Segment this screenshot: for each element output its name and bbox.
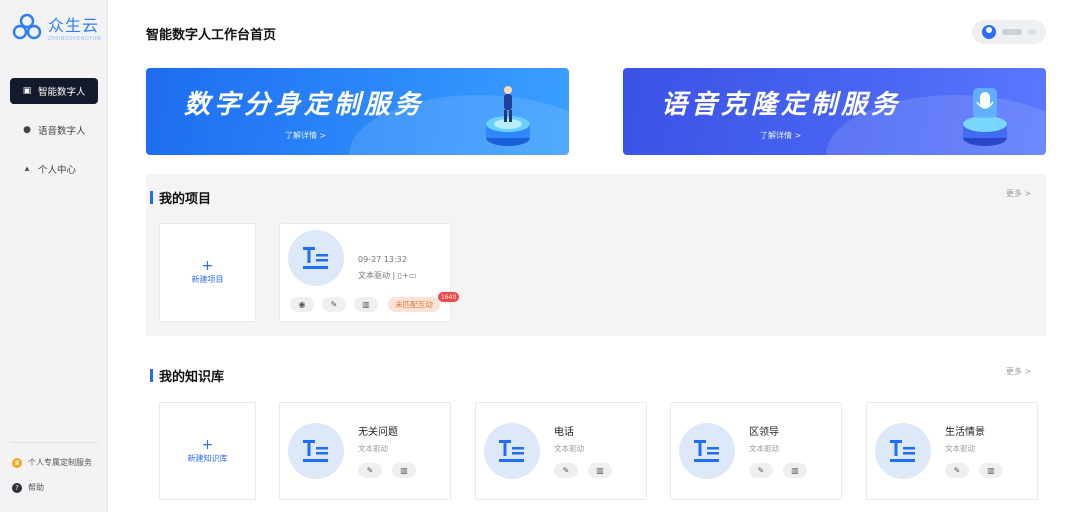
delete-button[interactable]: ▥ xyxy=(354,297,378,312)
plus-icon: + xyxy=(201,258,214,274)
projects-header: 我的项目 xyxy=(150,188,211,207)
text-drive-icon xyxy=(484,423,540,479)
user-icon: ▴ xyxy=(24,164,30,174)
new-project-button[interactable]: + 新建项目 xyxy=(159,223,256,322)
microphone-icon: ● xyxy=(23,125,31,135)
edit-button[interactable]: ✎ xyxy=(358,463,382,478)
custom-service-label: 个人专属定制服务 xyxy=(28,458,92,467)
preview-button[interactable]: ◉ xyxy=(290,297,314,312)
user-name-redacted xyxy=(1028,29,1036,35)
trash-icon: ▥ xyxy=(987,466,995,475)
robot-icon: ▣ xyxy=(22,86,32,96)
knowledge-header: 我的知识库 xyxy=(150,366,224,385)
sidebar: 众生云 ZHONGSHENGYUN ▣ 智能数字人 ● 语音数字人 ▴ 个人中心… xyxy=(0,0,108,512)
avatar-pedestal-icon xyxy=(486,86,530,146)
knowledge-card[interactable]: 区领导 文本驱动 ✎ ▥ xyxy=(670,402,842,500)
banner-details-link[interactable]: 了解详情 > xyxy=(285,130,326,141)
knowledge-card[interactable]: 无关问题 文本驱动 ✎ ▥ xyxy=(279,402,451,500)
trash-icon: ▥ xyxy=(791,466,799,475)
pencil-icon: ✎ xyxy=(757,466,765,475)
knowledge-drive-type: 文本驱动 xyxy=(554,444,584,453)
knowledge-drive-type: 文本驱动 xyxy=(358,444,388,453)
text-drive-icon xyxy=(679,423,735,479)
text-drive-icon xyxy=(875,423,931,479)
sidebar-footer: ♛ 个人专属定制服务 ? 帮助 xyxy=(10,442,98,507)
crown-icon: ♛ xyxy=(12,457,22,468)
edit-button[interactable]: ✎ xyxy=(554,463,578,478)
user-menu[interactable] xyxy=(972,20,1046,44)
page-title: 智能数字人工作台首页 xyxy=(146,28,277,43)
sidebar-item-label: 语音数字人 xyxy=(38,126,86,137)
delete-button[interactable]: ▥ xyxy=(392,463,416,478)
section-accent-bar xyxy=(150,369,153,382)
section-accent-bar xyxy=(150,191,153,204)
pencil-icon: ✎ xyxy=(330,300,338,309)
user-name-redacted xyxy=(1002,29,1022,35)
brand-name: 众生云 xyxy=(48,16,100,35)
knowledge-card[interactable]: 生活情景 文本驱动 ✎ ▥ xyxy=(866,402,1038,500)
unmatched-interaction-tag[interactable]: 未匹配互动 xyxy=(388,297,440,312)
project-drive-type: 文本驱动 | ▯+▭ xyxy=(358,271,417,280)
brand-subtitle: ZHONGSHENGYUN xyxy=(48,36,102,42)
edit-button[interactable]: ✎ xyxy=(322,297,346,312)
pencil-icon: ✎ xyxy=(953,466,961,475)
count-badge: 1640 xyxy=(438,292,460,302)
pencil-icon: ✎ xyxy=(366,466,374,475)
delete-button[interactable]: ▥ xyxy=(783,463,807,478)
help-link[interactable]: ? 帮助 xyxy=(10,482,98,493)
knowledge-card[interactable]: 电话 文本驱动 ✎ ▥ xyxy=(475,402,647,500)
banner-digital-avatar[interactable]: 数字分身定制服务 了解详情 > xyxy=(146,68,569,155)
new-project-label: 新建项目 xyxy=(191,275,224,284)
section-title: 我的项目 xyxy=(159,192,212,207)
project-card[interactable]: 09-27 13:32 文本驱动 | ▯+▭ ◉ ✎ ▥ 未匹配互动 1640 xyxy=(279,223,460,322)
banner-voice-clone[interactable]: 语音克隆定制服务 了解详情 > xyxy=(623,68,1046,155)
logo[interactable]: 众生云 ZHONGSHENGYUN xyxy=(12,12,101,42)
knowledge-name: 无关问题 xyxy=(358,427,398,438)
projects-more-link[interactable]: 更多 > xyxy=(1006,188,1031,199)
edit-button[interactable]: ✎ xyxy=(749,463,773,478)
edit-button[interactable]: ✎ xyxy=(945,463,969,478)
new-knowledge-base-label: 新建知识库 xyxy=(187,453,228,463)
knowledge-more-link[interactable]: 更多 > xyxy=(1006,366,1031,377)
text-drive-icon xyxy=(288,230,344,286)
trash-icon: ▥ xyxy=(362,300,370,309)
knowledge-name: 电话 xyxy=(554,427,574,438)
delete-button[interactable]: ▥ xyxy=(588,463,612,478)
sidebar-item-voice-avatar[interactable]: ● 语音数字人 xyxy=(10,117,98,143)
project-time: 09-27 13:32 xyxy=(358,255,407,264)
section-title: 我的知识库 xyxy=(159,370,225,385)
pencil-icon: ✎ xyxy=(562,466,570,475)
trash-icon: ▥ xyxy=(596,466,604,475)
sidebar-item-smart-avatar[interactable]: ▣ 智能数字人 xyxy=(10,78,98,104)
help-icon: ? xyxy=(12,482,22,493)
knowledge-section: 我的知识库 更多 > + 新建知识库 无关问题 文本驱动 ✎ ▥ 电话 文本驱动… xyxy=(146,356,1046,512)
trash-icon: ▥ xyxy=(400,466,408,475)
help-label: 帮助 xyxy=(28,483,44,492)
plus-icon: + xyxy=(201,436,214,453)
knowledge-name: 区领导 xyxy=(749,427,779,438)
sidebar-item-personal-center[interactable]: ▴ 个人中心 xyxy=(10,156,98,182)
new-knowledge-base-button[interactable]: + 新建知识库 xyxy=(159,402,256,500)
projects-section: 我的项目 更多 > + 新建项目 09-27 13:32 文本驱动 | ▯+▭ … xyxy=(146,174,1046,336)
knowledge-drive-type: 文本驱动 xyxy=(945,444,975,453)
text-drive-icon xyxy=(288,423,344,479)
delete-button[interactable]: ▥ xyxy=(979,463,1003,478)
avatar xyxy=(982,25,996,39)
custom-service-link[interactable]: ♛ 个人专属定制服务 xyxy=(10,457,98,468)
eye-icon: ◉ xyxy=(298,300,306,309)
banner-details-link[interactable]: 了解详情 > xyxy=(760,130,801,141)
sidebar-nav: ▣ 智能数字人 ● 语音数字人 ▴ 个人中心 xyxy=(10,78,98,195)
sidebar-item-label: 个人中心 xyxy=(38,165,77,176)
sidebar-item-label: 智能数字人 xyxy=(38,87,86,98)
knowledge-drive-type: 文本驱动 xyxy=(749,444,779,453)
microphone-pedestal-icon xyxy=(963,88,1007,146)
knowledge-name: 生活情景 xyxy=(945,427,985,438)
logo-icon xyxy=(12,13,42,40)
